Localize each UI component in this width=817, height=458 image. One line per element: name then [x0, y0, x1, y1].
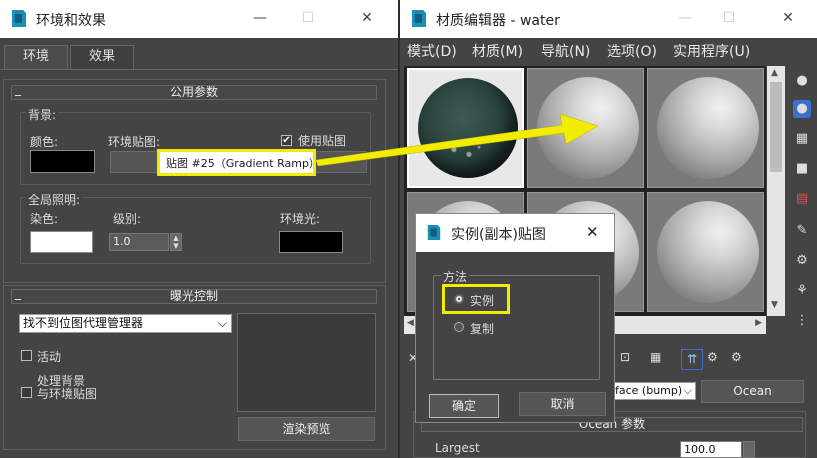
- cancel-button[interactable]: 取消: [519, 392, 606, 416]
- sample-slot-3[interactable]: [647, 68, 764, 188]
- collapse-icon: _: [15, 82, 21, 96]
- use-map-checkbox[interactable]: ✔: [281, 135, 292, 146]
- app-logo-icon: [427, 224, 441, 241]
- material-map-navigator-icon[interactable]: ⋮: [793, 312, 811, 330]
- sample-sphere: [537, 77, 639, 179]
- level-spinner[interactable]: 1.0: [109, 233, 169, 251]
- tint-color-swatch[interactable]: [30, 231, 93, 253]
- app-logo-icon: [12, 10, 26, 27]
- copy-option-label[interactable]: 复制: [470, 320, 494, 337]
- go-forward-sibling-icon[interactable]: ⚙: [707, 350, 725, 368]
- exposure-dropdown[interactable]: 找不到位图代理管理器 ⌵: [19, 314, 232, 333]
- active-checkbox[interactable]: [21, 350, 32, 361]
- ambient-color-swatch[interactable]: [279, 231, 343, 253]
- background-pattern-icon[interactable]: ▦: [793, 130, 811, 148]
- scroll-right-icon[interactable]: ▶: [755, 318, 762, 328]
- tab-effects[interactable]: 效果: [70, 45, 134, 69]
- instance-copy-dialog: 实例(副本)贴图 ✕ 方法 实例 复制 确定 取消: [415, 213, 615, 423]
- checker-map-icon[interactable]: ▦: [650, 350, 668, 368]
- background-group-label: 背景:: [26, 106, 59, 123]
- ambient-label: 环境光:: [280, 212, 321, 226]
- mat-editor-title: 材质编辑器 - water: [436, 13, 560, 29]
- active-label: 活动: [37, 350, 62, 364]
- menu-material[interactable]: 材质(M): [472, 41, 523, 61]
- process-bg-checkbox[interactable]: [21, 387, 32, 398]
- chevron-down-icon: ⌵: [217, 316, 227, 330]
- sample-sphere: [657, 201, 759, 303]
- go-to-parent-icon[interactable]: ⇈: [681, 349, 703, 370]
- collapse-icon: _: [15, 286, 21, 300]
- scroll-thumb[interactable]: [770, 82, 782, 172]
- level-spinner-arrows[interactable]: ▲ ▼: [170, 233, 182, 251]
- global-lighting-label: 全局照明:: [26, 191, 83, 208]
- chevron-down-icon: ⌵: [683, 384, 692, 397]
- common-params-header[interactable]: _ 公用参数: [11, 82, 377, 100]
- scroll-down-icon[interactable]: ▼: [771, 300, 778, 310]
- tab-divider: [0, 69, 398, 70]
- map-type-dropdown[interactable]: face (bump) ⌵: [610, 382, 696, 400]
- env-effects-window: 环境和效果 — ☐ ✕ 环境 效果 _ 公用参数 背景: 颜色: 环境贴图: ✔…: [0, 0, 398, 458]
- material-options-icon[interactable]: ⚙: [731, 350, 749, 368]
- slots-vertical-scrollbar[interactable]: ▲ ▼: [767, 66, 785, 316]
- color-label: 颜色:: [30, 135, 59, 149]
- select-by-material-icon[interactable]: ⚘: [793, 282, 811, 300]
- tint-label: 染色:: [30, 212, 59, 226]
- exposure-preview-box: [237, 313, 376, 412]
- tab-environment[interactable]: 环境: [4, 45, 68, 69]
- dialog-close-icon[interactable]: ✕: [586, 223, 599, 241]
- minimize-icon[interactable]: —: [675, 10, 695, 28]
- use-map-label: 使用贴图: [298, 134, 347, 148]
- level-label: 级别:: [113, 212, 142, 226]
- menu-utilities[interactable]: 实用程序(U): [673, 41, 750, 61]
- copy-radio[interactable]: [454, 322, 464, 332]
- app-logo-icon: [412, 10, 426, 27]
- dialog-titlebar: 实例(副本)贴图 ✕: [416, 214, 614, 252]
- largest-spinner[interactable]: 100.0: [680, 441, 742, 458]
- method-group-label: 方法: [441, 268, 470, 285]
- scroll-left-icon[interactable]: ◀: [407, 318, 414, 328]
- menu-mode[interactable]: 模式(D): [407, 41, 457, 61]
- process-bg-label-2: 与环境贴图: [37, 387, 98, 401]
- close-icon[interactable]: ✕: [357, 10, 377, 28]
- background-color-swatch[interactable]: [30, 150, 95, 173]
- env-window-title: 环境和效果: [36, 13, 106, 29]
- make-preview-icon[interactable]: ✎: [793, 222, 811, 240]
- backlight-icon[interactable]: ●: [793, 100, 811, 118]
- sample-uv-icon[interactable]: ■: [793, 160, 811, 178]
- dialog-title: 实例(副本)贴图: [451, 227, 546, 243]
- largest-label: Largest: [435, 441, 480, 455]
- video-color-check-icon[interactable]: ▤: [793, 190, 811, 208]
- instance-radio[interactable]: [454, 294, 464, 304]
- env-map-label: 环境贴图:: [108, 135, 161, 149]
- env-map-button-label[interactable]: 贴图 #25（Gradient Ramp）: [166, 155, 320, 171]
- close-icon[interactable]: ✕: [778, 10, 798, 28]
- maximize-icon[interactable]: ☐: [719, 10, 739, 28]
- largest-spinner-arrows[interactable]: [743, 441, 755, 458]
- mat-editor-titlebar: 材质编辑器 - water — ☐ ✕: [400, 0, 817, 38]
- sample-type-icon[interactable]: ●: [793, 72, 811, 90]
- sample-slot-2[interactable]: [527, 68, 644, 188]
- sample-slot-6[interactable]: [647, 192, 764, 312]
- env-window-titlebar: 环境和效果 — ☐ ✕: [0, 0, 398, 38]
- ok-button[interactable]: 确定: [429, 394, 499, 418]
- options-icon[interactable]: ⚙: [793, 252, 811, 270]
- show-in-viewport-icon[interactable]: ⊡: [620, 350, 638, 368]
- menu-navigation[interactable]: 导航(N): [541, 41, 590, 61]
- minimize-icon[interactable]: —: [250, 10, 270, 28]
- instance-option-label[interactable]: 实例: [470, 292, 494, 309]
- render-preview-button[interactable]: 渲染预览: [238, 417, 375, 441]
- menu-options[interactable]: 选项(O): [607, 41, 657, 61]
- scroll-up-icon[interactable]: ▲: [771, 68, 778, 78]
- sample-slot-1[interactable]: [407, 68, 524, 188]
- maximize-icon[interactable]: ☐: [298, 10, 318, 28]
- map-name-button[interactable]: Ocean: [701, 380, 804, 403]
- sample-sphere: [657, 77, 759, 179]
- water-foam-speckle: [439, 140, 489, 164]
- exposure-header[interactable]: _ 曝光控制: [11, 286, 377, 304]
